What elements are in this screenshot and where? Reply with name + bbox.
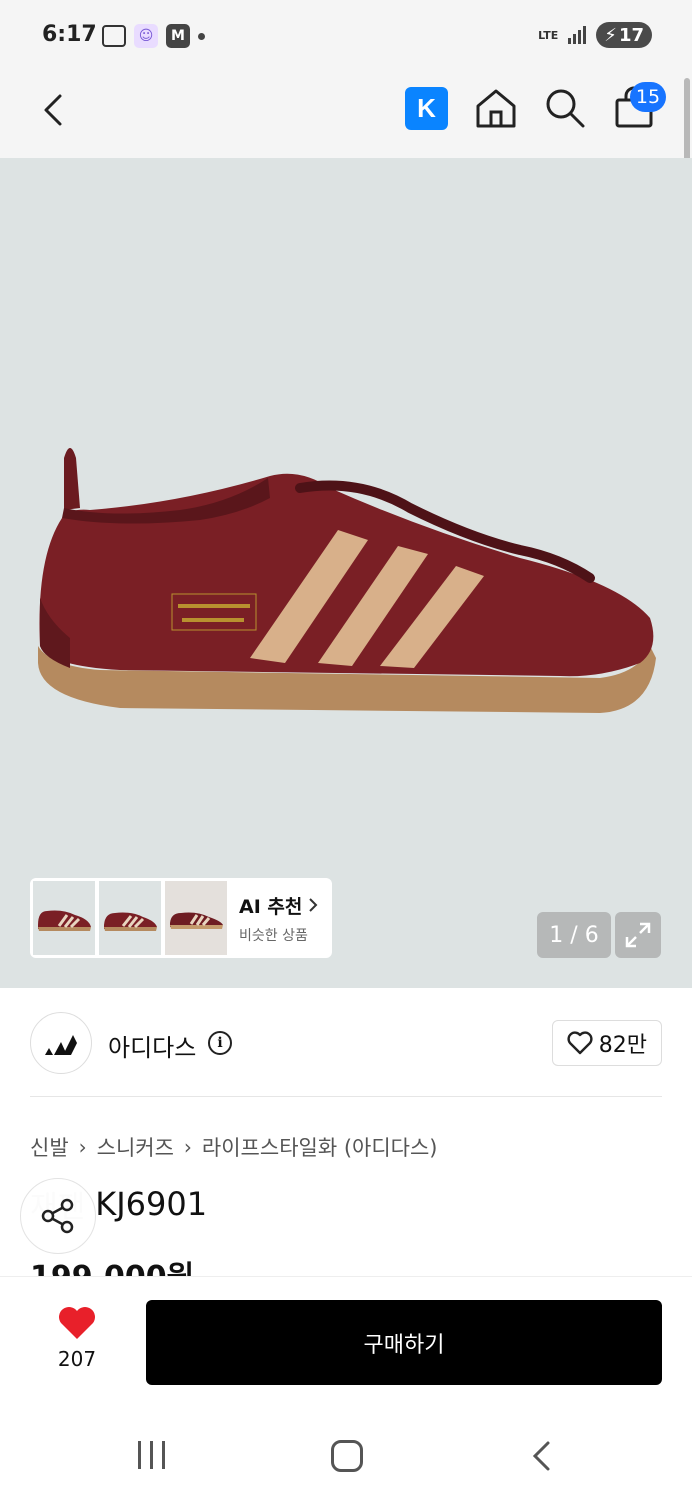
expand-icon <box>625 922 651 948</box>
wishlist-count: 207 <box>57 1347 97 1371</box>
ai-recommend-subtitle: 비슷한 상품 <box>239 927 308 944</box>
expand-image-button[interactable] <box>615 912 661 958</box>
signal-icon <box>568 26 587 44</box>
product-image-gallery[interactable] <box>0 158 692 988</box>
back-arrow-icon[interactable] <box>36 90 76 130</box>
more-notifications-dot-icon <box>198 32 205 40</box>
status-time: 6:17 <box>42 22 97 47</box>
model-number: KJ6901 <box>95 1185 208 1223</box>
search-icon[interactable] <box>543 86 587 130</box>
breadcrumb-item[interactable]: 라이프스타일화 (아디다스) <box>202 1132 438 1162</box>
brand-row: 아디다스 i 82만 <box>30 1012 662 1074</box>
status-notification-icons: ☺ M <box>102 24 205 48</box>
lte-icon: LTE <box>538 28 559 42</box>
chevron-right-icon <box>309 898 318 912</box>
home-button-icon[interactable] <box>331 1440 363 1472</box>
brand-like-count: 82만 <box>598 1033 647 1058</box>
m-app-icon: M <box>166 24 190 48</box>
buy-button[interactable]: 구매하기 <box>146 1300 662 1385</box>
thumbnail-2[interactable] <box>99 881 161 955</box>
breadcrumb-item[interactable]: 스니커즈 <box>97 1132 174 1162</box>
screenshot-icon <box>102 25 126 47</box>
app-notification-icon: ☺ <box>134 24 158 48</box>
chevron-right-icon: › <box>78 1135 87 1159</box>
price: 199,000원 <box>30 1258 194 1276</box>
heart-outline-icon <box>567 1031 593 1055</box>
thumbnail-1[interactable] <box>33 881 95 955</box>
charging-bolt-icon: ⚡ <box>604 24 617 46</box>
product-image <box>38 448 656 713</box>
status-system-icons: LTE ⚡ 17 <box>538 22 652 48</box>
ai-recommend-link[interactable]: AI 추천 비슷한 상품 <box>239 892 318 945</box>
ai-recommend-title: AI 추천 <box>239 895 303 918</box>
home-icon[interactable] <box>474 86 518 130</box>
brand-logo[interactable] <box>30 1012 92 1074</box>
info-icon[interactable]: i <box>208 1031 232 1055</box>
share-icon <box>41 1198 74 1234</box>
divider <box>30 1096 662 1097</box>
breadcrumb-item[interactable]: 신발 <box>30 1132 69 1162</box>
thumbnail-3[interactable] <box>165 881 227 955</box>
cart-count-badge: 15 <box>630 82 666 112</box>
brand-like-button[interactable]: 82만 <box>551 1020 662 1066</box>
share-button[interactable] <box>20 1178 96 1254</box>
status-bar: 6:17 ☺ M LTE ⚡ 17 <box>0 0 692 74</box>
battery-level: 17 <box>618 24 644 46</box>
system-back-icon[interactable] <box>528 1440 558 1472</box>
heart-filled-icon <box>59 1307 95 1339</box>
image-page-indicator: 1 / 6 <box>537 912 611 958</box>
thumbnail-strip: AI 추천 비슷한 상품 <box>30 878 332 958</box>
breadcrumb: 신발 › 스니커즈 › 라이프스타일화 (아디다스) <box>30 1132 438 1162</box>
chevron-right-icon: › <box>183 1135 192 1159</box>
adidas-logo-icon <box>45 1035 77 1055</box>
top-navigation <box>0 74 692 158</box>
battery-indicator: ⚡ 17 <box>596 22 652 48</box>
brand-name[interactable]: 아디다스 <box>108 1028 196 1063</box>
wishlist-button[interactable]: 207 <box>50 1305 104 1371</box>
k-logo-button[interactable]: K <box>405 87 448 130</box>
recent-apps-icon[interactable] <box>138 1441 165 1469</box>
